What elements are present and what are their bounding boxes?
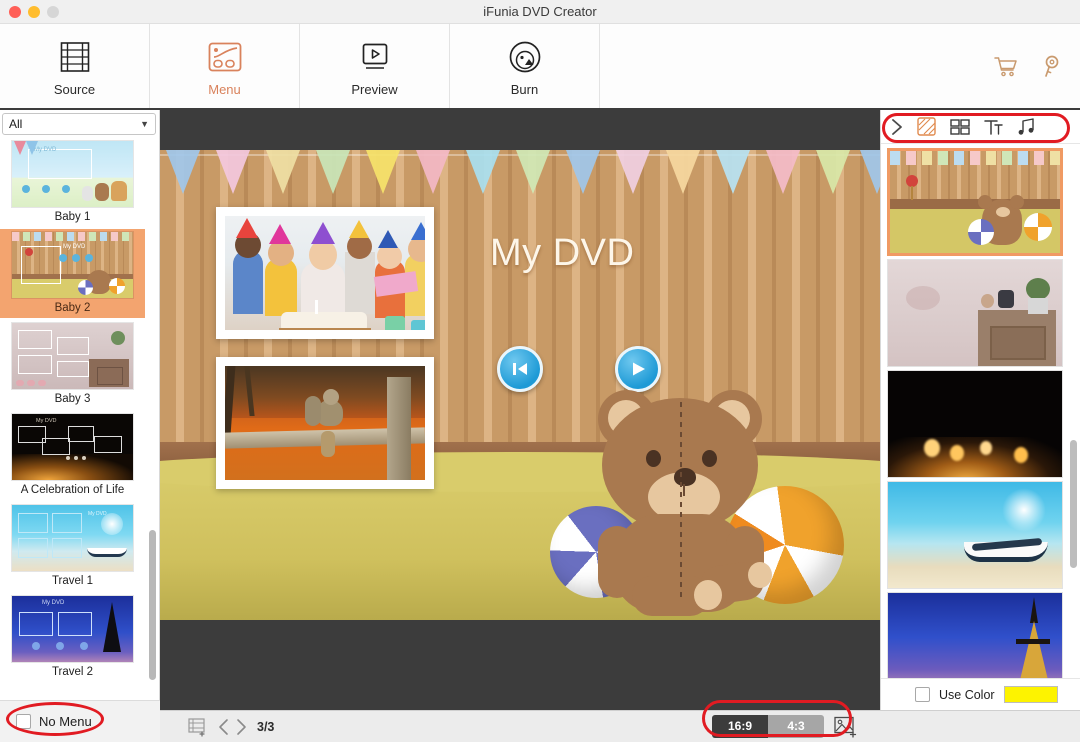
template-label: Travel 1	[0, 574, 145, 588]
aspect-ratio-toggle[interactable]: 16:9 4:3	[712, 715, 824, 738]
template-thumbnail: My DVD	[11, 140, 134, 208]
play-screen-icon	[359, 38, 391, 76]
title-bar: iFunia DVD Creator	[0, 0, 1080, 24]
aspect-ratio-controls: 16:9 4:3	[712, 715, 858, 738]
chevron-down-icon: ▼	[140, 119, 149, 129]
previous-button[interactable]	[497, 346, 543, 392]
background-icon[interactable]	[917, 117, 936, 136]
background-list[interactable]	[881, 144, 1080, 678]
template-item-baby-2[interactable]: My DVD Baby 2	[0, 229, 145, 318]
teddy-bear-graphic	[550, 388, 870, 618]
bottom-right-pad	[880, 710, 1080, 742]
template-label: Baby 2	[0, 301, 145, 315]
template-thumbnail	[11, 322, 134, 390]
text-icon[interactable]	[984, 118, 1003, 136]
template-item-travel-2[interactable]: My DVD Travel 2	[0, 593, 145, 682]
collapse-chevron-icon[interactable]	[891, 118, 903, 136]
template-filter-value: All	[9, 117, 22, 131]
app-window: iFunia DVD Creator Source	[0, 0, 1080, 742]
template-thumbnail: My DVD	[11, 595, 134, 663]
use-color-checkbox[interactable]	[915, 687, 930, 702]
add-image-icon[interactable]	[834, 716, 858, 738]
toolbar-right-icons	[994, 24, 1062, 110]
template-item-baby-3[interactable]: Baby 3	[0, 320, 145, 409]
background-item-vintage-dresser[interactable]	[887, 259, 1063, 367]
template-sidebar: All ▼ My DVD Baby 1	[0, 110, 160, 742]
music-icon[interactable]	[1017, 118, 1035, 136]
photo-content	[225, 216, 425, 330]
color-swatch[interactable]	[1004, 686, 1058, 703]
bunting-decoration	[160, 150, 880, 202]
tab-preview[interactable]: Preview	[300, 24, 450, 110]
template-thumbnail: My DVD	[11, 504, 134, 572]
menu-layout-icon	[208, 38, 242, 76]
main-toolbar: Source Menu Pr	[0, 24, 1080, 110]
aspect-ratio-4-3[interactable]: 4:3	[768, 715, 824, 738]
template-thumbnail: My DVD	[11, 413, 134, 481]
background-item-beach-boat[interactable]	[887, 481, 1063, 589]
tab-burn-label: Burn	[511, 82, 538, 97]
aspect-ratio-16-9[interactable]: 16:9	[712, 715, 768, 738]
chevron-left-icon[interactable]	[218, 718, 230, 736]
window-title: iFunia DVD Creator	[0, 0, 1080, 24]
background-item-eiffel-tower[interactable]	[887, 592, 1063, 678]
template-label: Baby 1	[0, 210, 145, 224]
sidebar-scrollbar[interactable]	[149, 530, 156, 680]
film-icon	[60, 38, 90, 76]
bottom-bar: 3/3 16:9 4:3	[160, 710, 880, 742]
chapter-navigation: 3/3	[188, 717, 274, 737]
tab-source-label: Source	[54, 82, 95, 97]
tab-menu[interactable]: Menu	[150, 24, 300, 110]
template-label: Travel 2	[0, 665, 145, 679]
use-color-label: Use Color	[939, 688, 995, 702]
panel-scrollbar[interactable]	[1070, 440, 1077, 568]
template-item-travel-1[interactable]: My DVD Travel 1	[0, 502, 145, 591]
panel-toolbar	[881, 110, 1080, 144]
dvd-title-text[interactable]: My DVD	[490, 232, 634, 275]
disc-burn-icon	[508, 38, 542, 76]
squirrel-autumn-photo[interactable]	[216, 357, 434, 489]
cart-icon[interactable]	[994, 56, 1018, 78]
tab-source[interactable]: Source	[0, 24, 150, 110]
template-label: A Celebration of Life	[0, 483, 145, 497]
template-label: Baby 3	[0, 392, 145, 406]
background-item-candle-lights[interactable]	[887, 370, 1063, 478]
dvd-menu-stage[interactable]: My DVD	[160, 150, 880, 620]
frame-icon[interactable]	[950, 118, 970, 136]
key-icon[interactable]	[1040, 55, 1062, 79]
tab-preview-label: Preview	[351, 82, 397, 97]
play-button[interactable]	[615, 346, 661, 392]
use-color-bar: Use Color	[881, 678, 1080, 710]
menu-preview-canvas[interactable]: My DVD	[160, 110, 880, 710]
template-item-celebration-of-life[interactable]: My DVD A Celebration of Life	[0, 411, 145, 500]
template-list[interactable]: My DVD Baby 1	[0, 138, 159, 700]
bottom-left-pad	[0, 710, 160, 742]
template-item-baby-1[interactable]: My DVD Baby 1	[0, 138, 145, 227]
background-panel: Use Color	[880, 110, 1080, 710]
template-thumbnail: My DVD	[11, 231, 134, 299]
tab-menu-label: Menu	[208, 82, 241, 97]
photo-content	[225, 366, 425, 480]
tab-burn[interactable]: Burn	[450, 24, 600, 110]
add-chapter-icon[interactable]	[188, 717, 208, 737]
birthday-party-photo[interactable]	[216, 207, 434, 339]
background-item-teddy-bear-fence[interactable]	[887, 148, 1063, 256]
page-indicator: 3/3	[257, 720, 274, 734]
template-filter-select[interactable]: All ▼	[2, 113, 156, 135]
chevron-right-icon[interactable]	[235, 718, 247, 736]
